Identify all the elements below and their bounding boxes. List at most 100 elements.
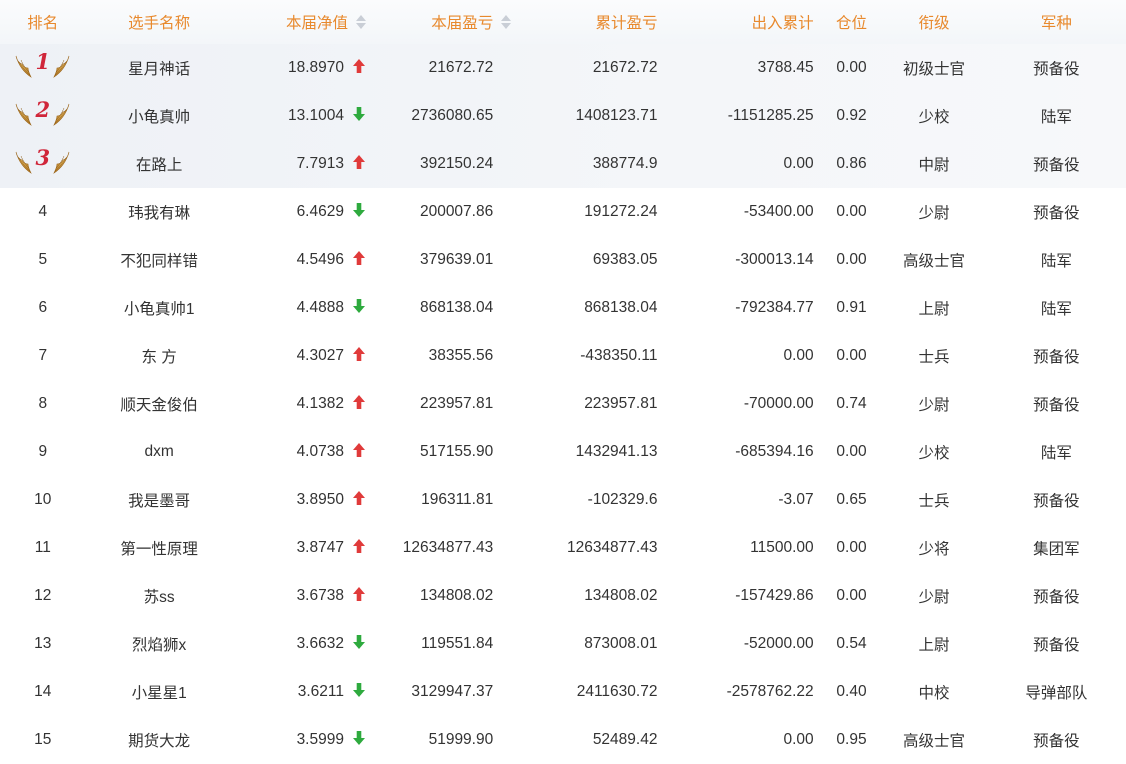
cell-arm: 预备役 xyxy=(1033,493,1080,510)
arrow-down-icon xyxy=(352,682,366,703)
rank-number: 6 xyxy=(38,299,48,316)
header-nav-label: 本届净值 xyxy=(285,15,348,32)
cell-net-flow: 0.00 xyxy=(783,731,814,748)
cell-nav: 3.6738 xyxy=(233,586,374,607)
rank-number: 7 xyxy=(38,347,48,364)
medal-icon: 1 xyxy=(14,49,71,79)
cell-position: 0.86 xyxy=(836,155,867,172)
cell-profit: 12634877.43 xyxy=(374,539,519,557)
cell-position: 0.00 xyxy=(836,59,867,76)
header-position: 仓位 xyxy=(835,15,867,32)
table-row[interactable]: 11 第一性原理 3.8747 12634877.43 12634877.43 … xyxy=(0,524,1126,572)
cell-net-flow: -157429.86 xyxy=(735,587,814,604)
cell-net-flow: -70000.00 xyxy=(743,395,814,412)
medal-icon: 3 xyxy=(14,145,71,175)
cell-profit: 392150.24 xyxy=(374,155,519,173)
table-row[interactable]: 1 星月神话 18.8970 21672.72 21672.72 3788.45… xyxy=(0,44,1126,92)
cell-name[interactable]: 苏ss xyxy=(86,585,233,607)
cell-name[interactable]: 星月神话 xyxy=(86,57,233,79)
header-nav[interactable]: 本届净值 xyxy=(233,11,374,33)
arrow-up-icon xyxy=(352,346,366,367)
rank-number: 14 xyxy=(34,683,52,700)
medal-rank: 1 xyxy=(35,49,51,74)
cell-name[interactable]: 小龟真帅 xyxy=(86,105,233,127)
cell-name[interactable]: 顺天金俊伯 xyxy=(86,393,233,415)
arrow-up-icon xyxy=(352,442,366,463)
cell-name[interactable]: 第一性原理 xyxy=(86,537,233,559)
table-row[interactable]: 2 小龟真帅 13.1004 2736080.65 1408123.71 -11… xyxy=(0,92,1126,140)
cell-arm: 集团军 xyxy=(1033,541,1080,558)
table-row[interactable]: 7 东 方 4.3027 38355.56 -438350.11 0.00 0.… xyxy=(0,332,1126,380)
profit-value: 3129947.37 xyxy=(411,683,494,700)
profit-value: 517155.90 xyxy=(419,443,494,460)
cell-arm: 预备役 xyxy=(1033,589,1080,606)
table-row[interactable]: 10 我是墨哥 3.8950 196311.81 -102329.6 -3.07… xyxy=(0,476,1126,524)
cell-name[interactable]: 烈焰狮x xyxy=(86,633,233,655)
table-row[interactable]: 4 玮我有琳 6.4629 200007.86 191272.24 -53400… xyxy=(0,188,1126,236)
cell-grade: 中尉 xyxy=(918,157,950,174)
table-row[interactable]: 14 小星星1 3.6211 3129947.37 2411630.72 -25… xyxy=(0,668,1126,716)
cell-profit: 134808.02 xyxy=(374,587,519,605)
cell-position: 0.95 xyxy=(836,731,867,748)
table-row[interactable]: 15 期货大龙 3.5999 51999.90 52489.42 0.00 0.… xyxy=(0,716,1126,764)
cell-name[interactable]: 在路上 xyxy=(86,153,233,175)
rank-number: 11 xyxy=(34,539,51,556)
cell-name[interactable]: 期货大龙 xyxy=(86,729,233,751)
table-row[interactable]: 13 烈焰狮x 3.6632 119551.84 873008.01 -5200… xyxy=(0,620,1126,668)
cell-name[interactable]: 玮我有琳 xyxy=(86,201,233,223)
cell-name[interactable]: 小星星1 xyxy=(86,681,233,703)
cell-cum-profit: -438350.11 xyxy=(580,347,658,364)
cell-profit: 196311.81 xyxy=(374,491,519,509)
cell-net-flow: -1151285.25 xyxy=(727,107,814,124)
header-profit[interactable]: 本届盈亏 xyxy=(374,11,519,33)
cell-arm: 陆军 xyxy=(1040,445,1072,462)
arrow-down-icon xyxy=(352,202,366,223)
cell-name[interactable]: 东 方 xyxy=(86,345,233,367)
medal-rank: 2 xyxy=(35,97,51,122)
cell-nav: 6.4629 xyxy=(233,202,374,223)
cell-rank: 3 xyxy=(0,145,86,180)
cell-position: 0.65 xyxy=(836,491,867,508)
cell-arm: 预备役 xyxy=(1033,61,1080,78)
table-row[interactable]: 6 小龟真帅1 4.4888 868138.04 868138.04 -7923… xyxy=(0,284,1126,332)
cell-profit: 2736080.65 xyxy=(374,107,519,125)
cell-grade: 少校 xyxy=(918,445,950,462)
rank-number: 5 xyxy=(38,251,48,268)
arrow-up-icon xyxy=(352,58,366,79)
table-row[interactable]: 12 苏ss 3.6738 134808.02 134808.02 -15742… xyxy=(0,572,1126,620)
cell-rank: 8 xyxy=(0,395,86,413)
cell-rank: 13 xyxy=(0,635,86,653)
cell-rank: 12 xyxy=(0,587,86,605)
cell-cum-profit: 388774.9 xyxy=(592,155,658,172)
cell-name[interactable]: 我是墨哥 xyxy=(86,489,233,511)
ranking-table: 排名 选手名称 本届净值 本届盈亏 累计盈亏 出入累计 仓位 衔级 军种 1 星… xyxy=(0,0,1126,764)
cell-position: 0.54 xyxy=(836,635,867,652)
profit-value: 2736080.65 xyxy=(411,107,494,124)
table-row[interactable]: 5 不犯同样错 4.5496 379639.01 69383.05 -30001… xyxy=(0,236,1126,284)
cell-net-flow: 0.00 xyxy=(783,155,814,172)
header-grade: 衔级 xyxy=(918,15,950,32)
nav-value: 18.8970 xyxy=(287,59,344,76)
header-arm: 军种 xyxy=(1040,15,1072,32)
header-name: 选手名称 xyxy=(128,15,191,32)
nav-value: 3.6632 xyxy=(296,635,344,652)
cell-name[interactable]: 小龟真帅1 xyxy=(86,297,233,319)
nav-value: 4.4888 xyxy=(296,299,344,316)
cell-arm: 导弹部队 xyxy=(1025,685,1088,702)
sort-icon[interactable] xyxy=(501,14,512,30)
sort-icon[interactable] xyxy=(355,14,366,30)
table-row[interactable]: 8 顺天金俊伯 4.1382 223957.81 223957.81 -7000… xyxy=(0,380,1126,428)
cell-net-flow: -53400.00 xyxy=(743,203,814,220)
cell-net-flow: -3.07 xyxy=(778,491,814,508)
cell-net-flow: 3788.45 xyxy=(757,59,814,76)
cell-profit: 3129947.37 xyxy=(374,683,519,701)
cell-nav: 4.4888 xyxy=(233,298,374,319)
cell-nav: 13.1004 xyxy=(233,106,374,127)
cell-name[interactable]: dxm xyxy=(86,443,233,461)
cell-profit: 119551.84 xyxy=(374,635,519,653)
cell-profit: 223957.81 xyxy=(374,395,519,413)
table-row[interactable]: 3 在路上 7.7913 392150.24 388774.9 0.00 0.8… xyxy=(0,140,1126,188)
cell-name[interactable]: 不犯同样错 xyxy=(86,249,233,271)
table-row[interactable]: 9 dxm 4.0738 517155.90 1432941.13 -68539… xyxy=(0,428,1126,476)
cell-rank: 11 xyxy=(0,539,86,557)
